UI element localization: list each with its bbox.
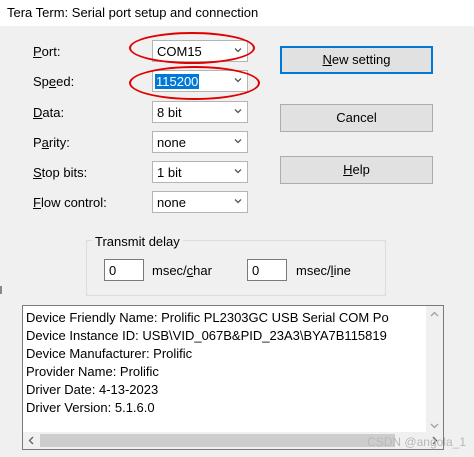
device-info-line: Device Manufacturer: Prolific xyxy=(26,346,193,361)
port-label: Port: xyxy=(33,44,61,59)
device-info-line: Driver Date: 4-13-2023 xyxy=(26,382,159,397)
chevron-down-icon xyxy=(234,139,242,144)
device-info-lines: Device Friendly Name: Prolific PL2303GC … xyxy=(26,309,426,417)
line-delay-input[interactable]: 0 xyxy=(247,259,287,281)
data-label: Data: xyxy=(33,105,65,120)
parity-label: Parity: xyxy=(33,135,70,150)
annotation-ellipse-speed xyxy=(129,66,260,100)
device-info-line: Device Friendly Name: Prolific PL2303GC … xyxy=(26,310,389,325)
data-select[interactable]: 8 bit xyxy=(152,101,248,123)
chevron-down-icon xyxy=(234,169,242,174)
parity-value: none xyxy=(157,135,186,150)
stop-bits-value: 1 bit xyxy=(157,165,182,180)
parity-select[interactable]: none xyxy=(152,131,248,153)
speed-label: Speed: xyxy=(33,74,75,89)
stop-bits-label: Stop bits: xyxy=(33,165,88,180)
flow-control-value: none xyxy=(157,195,186,210)
frame-edge xyxy=(0,286,2,294)
char-delay-input[interactable]: 0 xyxy=(104,259,144,281)
help-button[interactable]: Help xyxy=(280,156,433,184)
device-info-box[interactable]: Device Friendly Name: Prolific PL2303GC … xyxy=(22,305,444,450)
device-info-line: Driver Version: 5.1.6.0 xyxy=(26,400,155,415)
flow-control-select[interactable]: none xyxy=(152,191,248,213)
line-delay-unit: msec/line xyxy=(296,263,351,278)
stop-bits-select[interactable]: 1 bit xyxy=(152,161,248,183)
chevron-down-icon xyxy=(234,109,242,114)
watermark: CSDN @angola_1 xyxy=(367,435,466,449)
horizontal-scroll-thumb[interactable] xyxy=(40,434,395,447)
new-setting-button[interactable]: New setting xyxy=(280,46,433,74)
data-value: 8 bit xyxy=(157,105,182,120)
annotation-ellipse-port xyxy=(129,32,255,64)
transmit-delay-title: Transmit delay xyxy=(92,234,183,249)
device-info-line: Device Instance ID: USB\VID_067B&PID_23A… xyxy=(26,328,387,343)
chevron-down-icon xyxy=(234,199,242,204)
title-bar: Tera Term: Serial port setup and connect… xyxy=(0,0,474,26)
flow-control-label: Flow control: xyxy=(33,195,107,210)
cancel-button[interactable]: Cancel xyxy=(280,104,433,132)
arrow-up-icon[interactable] xyxy=(430,310,439,319)
arrow-down-icon[interactable] xyxy=(430,421,439,430)
device-info-line: Provider Name: Prolific xyxy=(26,364,159,379)
arrow-left-icon[interactable] xyxy=(27,436,36,445)
window-title: Tera Term: Serial port setup and connect… xyxy=(7,5,259,20)
char-delay-unit: msec/char xyxy=(152,263,212,278)
vertical-scrollbar[interactable] xyxy=(426,306,443,434)
